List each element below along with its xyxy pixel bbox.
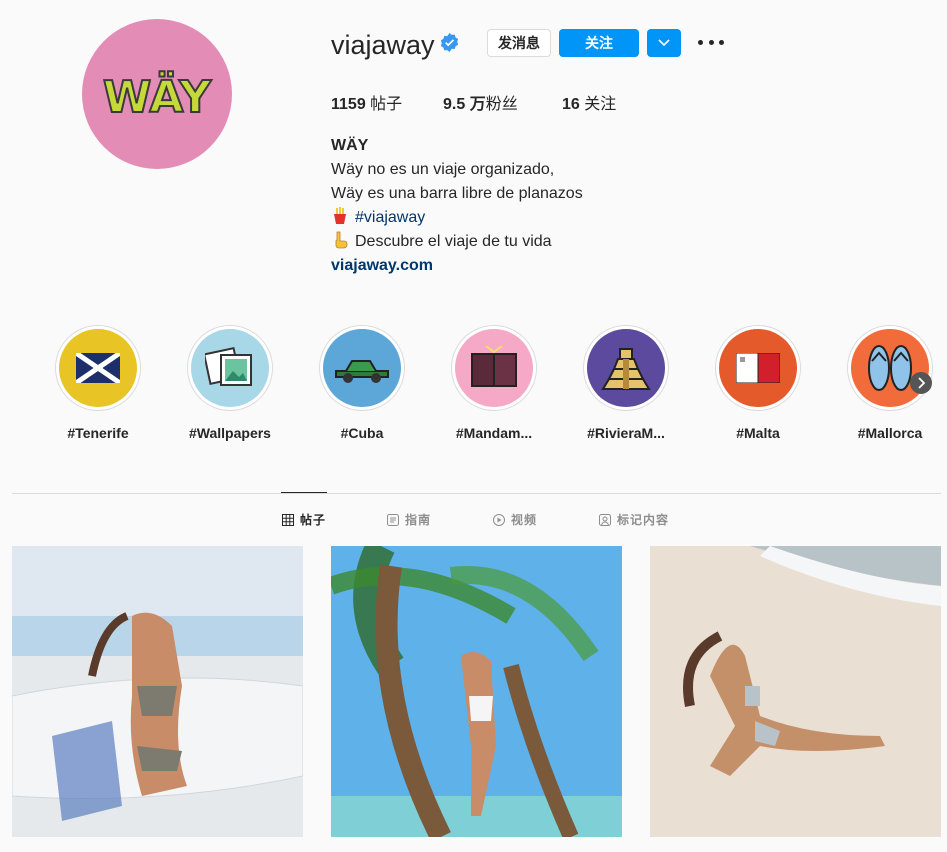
following-count[interactable]: 16 关注 bbox=[562, 90, 616, 114]
tab-posts[interactable]: 帖子 bbox=[282, 511, 326, 528]
chevron-right-icon bbox=[918, 377, 925, 389]
guide-icon bbox=[387, 513, 399, 526]
posts-count: 1159 帖子 bbox=[331, 96, 403, 113]
story-highlight[interactable]: #Mandam... bbox=[444, 325, 544, 441]
follow-button[interactable]: 关注 bbox=[559, 29, 639, 57]
highlight-cover bbox=[587, 329, 665, 407]
highlight-cover bbox=[323, 329, 401, 407]
post-image bbox=[12, 546, 303, 837]
hashtag-link[interactable]: #viajaway bbox=[355, 209, 425, 226]
tab-guides[interactable]: 指南 bbox=[387, 511, 431, 528]
story-highlight[interactable]: #Cuba bbox=[312, 325, 412, 441]
highlight-cover bbox=[191, 329, 269, 407]
suggested-dropdown-button[interactable] bbox=[647, 29, 681, 57]
pointing-down-emoji-icon bbox=[335, 231, 348, 249]
dot-icon bbox=[698, 39, 703, 45]
highlight-cover bbox=[59, 329, 137, 407]
highlight-label: #Cuba bbox=[340, 425, 384, 441]
more-options-button[interactable] bbox=[698, 34, 724, 50]
tab-tagged[interactable]: 标记内容 bbox=[599, 511, 669, 528]
flip-flops-icon bbox=[868, 345, 912, 391]
story-highlight[interactable]: #RivieraM... bbox=[576, 325, 676, 441]
story-highlight[interactable]: #Wallpapers bbox=[180, 325, 280, 441]
post-thumbnail[interactable] bbox=[12, 546, 303, 837]
highlights-next-button[interactable] bbox=[910, 372, 932, 394]
highlight-label: #Wallpapers bbox=[189, 425, 271, 441]
profile-stats: 1159 帖子 9.5 万粉丝 16 关注 bbox=[331, 90, 616, 114]
dot-icon bbox=[708, 39, 714, 45]
profile-bio: WÄY Wäy no es un viaje organizado, Wäy e… bbox=[331, 134, 583, 278]
highlight-cover bbox=[455, 329, 533, 407]
svg-text:WÄY: WÄY bbox=[103, 70, 212, 123]
tagged-icon bbox=[599, 513, 611, 526]
dot-icon bbox=[719, 39, 724, 45]
pyramid-icon bbox=[601, 348, 651, 390]
profile-tabs: 帖子 指南 视频 标记内容 bbox=[0, 511, 947, 531]
followers-count[interactable]: 9.5 万粉丝 bbox=[443, 90, 562, 114]
bio-hashtag-line: #viajaway bbox=[331, 206, 583, 230]
message-button[interactable]: 发消息 bbox=[487, 29, 551, 57]
highlight-label: #Malta bbox=[736, 425, 780, 441]
highlight-label: #Mandam... bbox=[455, 425, 533, 441]
active-tab-indicator bbox=[281, 492, 327, 493]
tab-videos[interactable]: 视频 bbox=[493, 511, 537, 528]
post-image bbox=[650, 546, 941, 837]
profile-avatar[interactable]: WÄY bbox=[82, 19, 232, 169]
chevron-down-icon bbox=[658, 39, 670, 47]
play-icon bbox=[493, 513, 505, 526]
bio-line: Wäy no es un viaje organizado, bbox=[331, 161, 555, 178]
malta-flag-icon bbox=[736, 353, 780, 383]
post-image bbox=[331, 546, 622, 837]
profile-full-name: WÄY bbox=[331, 137, 369, 154]
book-icon bbox=[471, 346, 517, 387]
pictures-icon bbox=[205, 347, 252, 386]
highlight-cover bbox=[719, 329, 797, 407]
classic-car-icon bbox=[335, 360, 389, 383]
fries-emoji-icon bbox=[334, 207, 346, 224]
highlight-label: #Mallorca bbox=[857, 425, 923, 441]
highlight-label: #RivieraM... bbox=[587, 425, 665, 441]
website-link[interactable]: viajaway.com bbox=[331, 254, 583, 278]
grid-icon bbox=[282, 513, 294, 526]
verified-badge-icon bbox=[440, 33, 459, 52]
highlight-cover bbox=[851, 329, 929, 407]
scotland-flag-icon bbox=[76, 353, 120, 383]
story-highlight[interactable]: #Malta bbox=[708, 325, 808, 441]
bio-line: Descubre el viaje de tu vida bbox=[331, 230, 583, 254]
section-divider bbox=[12, 493, 941, 494]
post-thumbnail[interactable] bbox=[331, 546, 622, 837]
story-highlight[interactable]: #Tenerife bbox=[48, 325, 148, 441]
way-logo: WÄY bbox=[102, 69, 213, 124]
username: viajaway bbox=[331, 30, 435, 60]
highlight-label: #Tenerife bbox=[67, 425, 129, 441]
post-thumbnail[interactable] bbox=[650, 546, 941, 837]
bio-line: Wäy es una barra libre de planazos bbox=[331, 185, 583, 202]
